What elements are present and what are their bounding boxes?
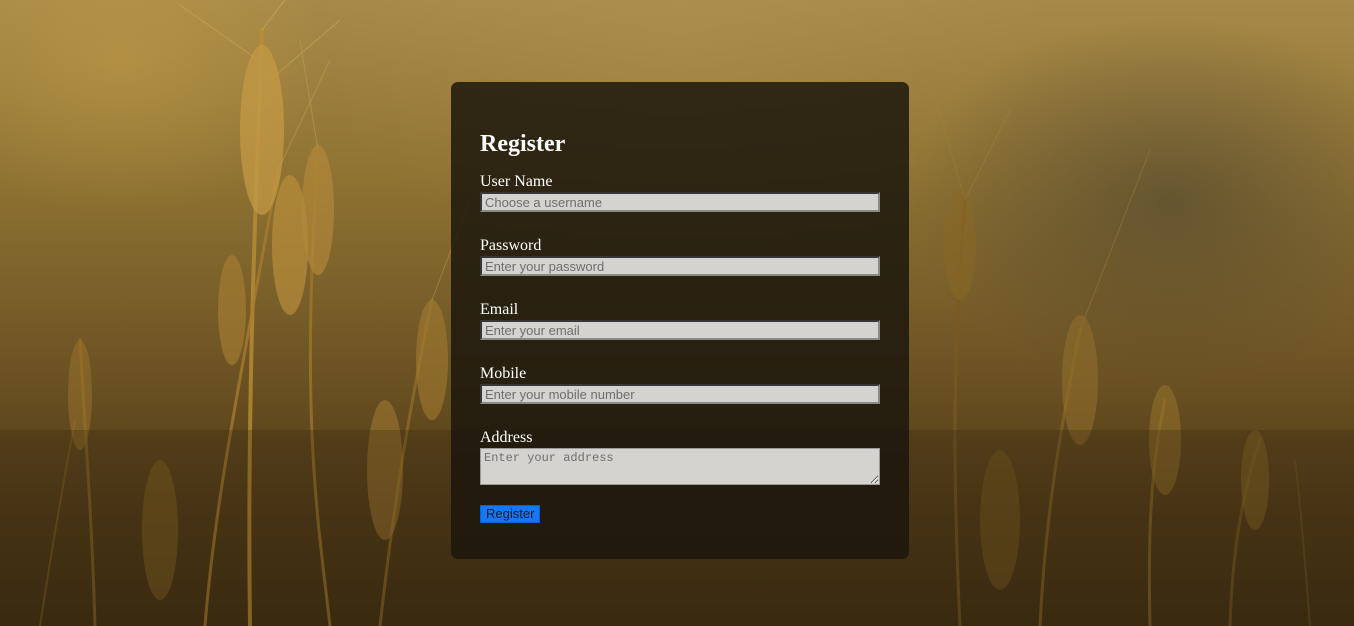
username-label: User Name xyxy=(480,173,553,190)
email-input[interactable] xyxy=(480,320,880,340)
username-input[interactable] xyxy=(480,192,880,212)
mobile-input[interactable] xyxy=(480,384,880,404)
address-label: Address xyxy=(480,429,533,446)
form-title: Register xyxy=(480,131,566,157)
password-input[interactable] xyxy=(480,256,880,276)
password-label: Password xyxy=(480,237,542,254)
email-label: Email xyxy=(480,301,519,318)
register-button[interactable]: Register xyxy=(480,505,541,523)
mobile-label: Mobile xyxy=(480,365,527,382)
register-card: Register User Name Password Email Mobile… xyxy=(451,82,909,559)
address-textarea[interactable] xyxy=(480,448,880,485)
